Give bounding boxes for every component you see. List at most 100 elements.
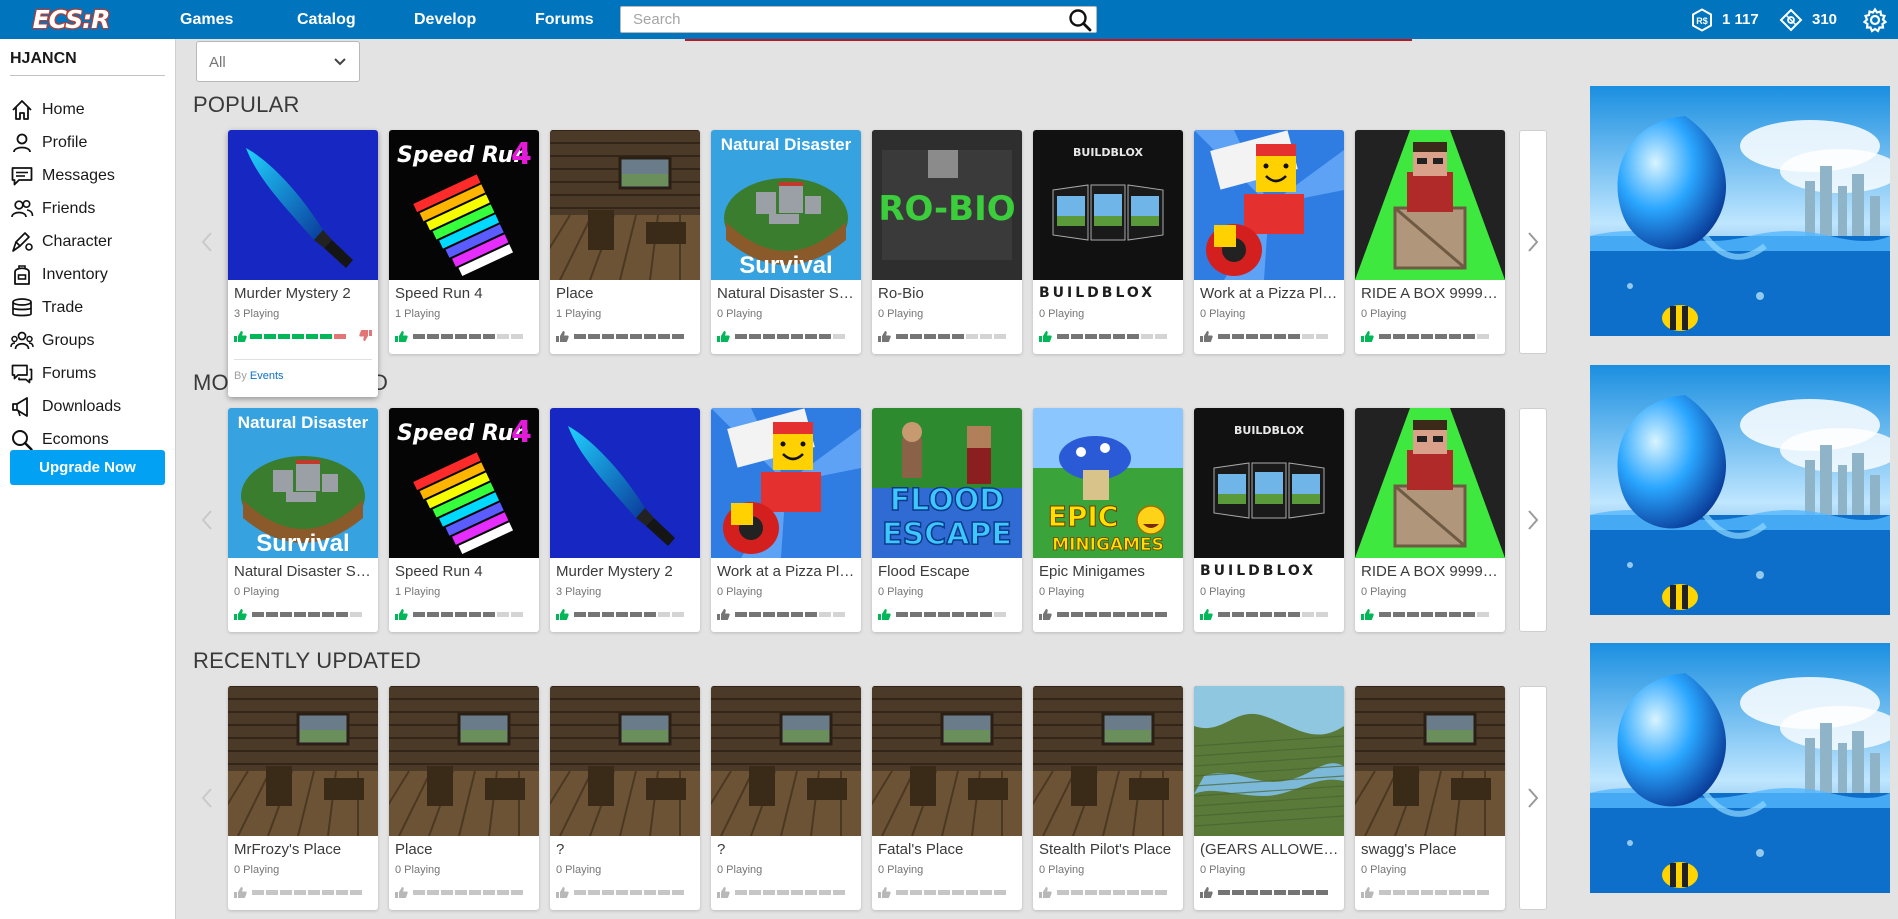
game-thumbnail[interactable]: Natural Disaster Survival bbox=[228, 408, 378, 558]
game-title[interactable]: Fatal's Place bbox=[878, 841, 1018, 858]
game-title[interactable]: Work at a Pizza Place bbox=[1200, 285, 1340, 302]
scroll-left-button[interactable] bbox=[193, 130, 221, 354]
game-title[interactable]: Murder Mystery 2 bbox=[234, 285, 374, 302]
game-thumbnail[interactable] bbox=[1194, 686, 1344, 836]
robux-balance[interactable]: R$ 1 117 bbox=[1690, 0, 1759, 39]
game-title[interactable]: swagg's Place bbox=[1361, 841, 1501, 858]
tix-balance[interactable]: 310 bbox=[1778, 0, 1837, 39]
game-title[interactable]: Speed Run 4 bbox=[395, 563, 535, 580]
game-thumbnail[interactable] bbox=[550, 130, 700, 280]
game-thumbnail[interactable] bbox=[550, 408, 700, 558]
game-title[interactable]: Work at a Pizza Place bbox=[717, 563, 857, 580]
game-card[interactable]: RO-BIO Ro-Bio 0 Playing bbox=[872, 130, 1022, 354]
game-filter-dropdown[interactable]: All bbox=[196, 41, 360, 82]
game-thumbnail[interactable]: FLOOD ESCAPE bbox=[872, 408, 1022, 558]
game-card[interactable]: ? 0 Playing bbox=[711, 686, 861, 910]
game-thumbnail[interactable] bbox=[711, 408, 861, 558]
sidebar-item-friends[interactable]: Friends bbox=[10, 195, 170, 223]
game-title[interactable]: BUILDBLOX bbox=[1039, 285, 1179, 301]
scroll-left-button[interactable] bbox=[193, 408, 221, 632]
game-thumbnail[interactable] bbox=[1194, 130, 1344, 280]
game-card[interactable]: Place 0 Playing bbox=[389, 686, 539, 910]
game-card[interactable]: Fatal's Place 0 Playing bbox=[872, 686, 1022, 910]
advertisement-banner[interactable] bbox=[1590, 643, 1890, 893]
nav-catalog[interactable]: Catalog bbox=[297, 0, 356, 39]
game-title[interactable]: RIDE A BOX 99999 MILES bbox=[1361, 285, 1501, 302]
game-title[interactable]: Natural Disaster Survival bbox=[717, 285, 857, 302]
game-title[interactable]: Speed Run 4 bbox=[395, 285, 535, 302]
advertisement-banner[interactable] bbox=[1590, 365, 1890, 615]
game-thumbnail[interactable] bbox=[228, 686, 378, 836]
game-card[interactable]: ? 0 Playing bbox=[550, 686, 700, 910]
search-input[interactable] bbox=[621, 7, 1061, 32]
game-thumbnail[interactable] bbox=[872, 686, 1022, 836]
sidebar-item-messages[interactable]: Messages bbox=[10, 162, 170, 190]
advertisement-banner[interactable] bbox=[1590, 86, 1890, 336]
sidebar-item-profile[interactable]: Profile bbox=[10, 129, 170, 157]
sidebar-item-inventory[interactable]: Inventory bbox=[10, 261, 170, 289]
game-title[interactable]: RIDE A BOX 99999 MILES bbox=[1361, 563, 1501, 580]
sidebar-item-trade[interactable]: Trade bbox=[10, 294, 170, 322]
game-title[interactable]: (GEARS ALLOWED) Terrain bbox=[1200, 841, 1340, 858]
nav-forums[interactable]: Forums bbox=[535, 0, 594, 39]
game-card[interactable]: Work at a Pizza Place 0 Playing bbox=[1194, 130, 1344, 354]
game-thumbnail[interactable]: Speed Run 4 bbox=[389, 130, 539, 280]
game-title[interactable]: Place bbox=[556, 285, 696, 302]
game-thumbnail[interactable] bbox=[1355, 686, 1505, 836]
sidebar-item-groups[interactable]: Groups bbox=[10, 327, 170, 355]
game-thumbnail[interactable] bbox=[228, 130, 378, 280]
scroll-right-button[interactable] bbox=[1519, 686, 1547, 910]
scroll-right-button[interactable] bbox=[1519, 408, 1547, 632]
game-title[interactable]: Flood Escape bbox=[878, 563, 1018, 580]
game-title[interactable]: Stealth Pilot's Place bbox=[1039, 841, 1179, 858]
username[interactable]: HJANCN bbox=[10, 50, 77, 68]
game-thumbnail[interactable] bbox=[711, 686, 861, 836]
game-thumbnail[interactable]: Natural Disaster Survival bbox=[711, 130, 861, 280]
upgrade-now-button[interactable]: Upgrade Now bbox=[10, 450, 165, 485]
game-card[interactable]: RIDE A BOX 99999 MILES 0 Playing bbox=[1355, 130, 1505, 354]
sidebar-item-character[interactable]: Character bbox=[10, 228, 170, 256]
sidebar-item-forums[interactable]: Forums bbox=[10, 360, 170, 388]
game-title[interactable]: MrFrozy's Place bbox=[234, 841, 374, 858]
sidebar-item-downloads[interactable]: Downloads bbox=[10, 393, 170, 421]
game-title[interactable]: Epic Minigames bbox=[1039, 563, 1179, 580]
game-card[interactable]: Stealth Pilot's Place 0 Playing bbox=[1033, 686, 1183, 910]
game-title[interactable]: Murder Mystery 2 bbox=[556, 563, 696, 580]
game-thumbnail[interactable]: Speed Run 4 bbox=[389, 408, 539, 558]
game-card[interactable]: Place 1 Playing bbox=[550, 130, 700, 354]
game-title[interactable]: Ro-Bio bbox=[878, 285, 1018, 302]
game-card[interactable]: Speed Run 4 Speed Run 41 Playing bbox=[389, 130, 539, 354]
game-title[interactable]: BUILDBLOX bbox=[1200, 563, 1340, 579]
game-thumbnail[interactable] bbox=[1355, 130, 1505, 280]
scroll-right-button[interactable] bbox=[1519, 130, 1547, 354]
game-thumbnail[interactable]: RO-BIO bbox=[872, 130, 1022, 280]
game-thumbnail[interactable]: EPIC MINIGAMES bbox=[1033, 408, 1183, 558]
game-thumbnail[interactable]: BUILDBLOX bbox=[1194, 408, 1344, 558]
gear-icon[interactable] bbox=[1862, 7, 1888, 33]
game-card[interactable]: RIDE A BOX 99999 MILES 0 Playing bbox=[1355, 408, 1505, 632]
game-thumbnail[interactable] bbox=[389, 686, 539, 836]
site-logo[interactable]: ECS:R bbox=[26, 3, 116, 35]
game-card[interactable]: Natural Disaster Survival Natural Disaster… bbox=[228, 408, 378, 632]
game-thumbnail[interactable] bbox=[1033, 686, 1183, 836]
creator-link[interactable]: Events bbox=[250, 370, 284, 382]
game-card[interactable]: Work at a Pizza Place 0 Playing bbox=[711, 408, 861, 632]
nav-develop[interactable]: Develop bbox=[414, 0, 476, 39]
game-title[interactable]: ? bbox=[717, 841, 857, 858]
game-card[interactable]: BUILDBLOX BUILDBLOX 0 Playing bbox=[1194, 408, 1344, 632]
scroll-left-button[interactable] bbox=[193, 686, 221, 910]
game-title[interactable]: Place bbox=[395, 841, 535, 858]
game-card[interactable]: Murder Mystery 2 3 Playing By Events bbox=[228, 130, 378, 397]
game-card[interactable]: swagg's Place 0 Playing bbox=[1355, 686, 1505, 910]
game-card[interactable]: Natural Disaster Survival Natural Disaster… bbox=[711, 130, 861, 354]
game-card[interactable]: Speed Run 4 Speed Run 41 Playing bbox=[389, 408, 539, 632]
game-card[interactable]: Murder Mystery 2 3 Playing bbox=[550, 408, 700, 632]
game-thumbnail[interactable] bbox=[1355, 408, 1505, 558]
game-card[interactable]: FLOOD ESCAPE Flood Escape 0 Playing bbox=[872, 408, 1022, 632]
game-title[interactable]: ? bbox=[556, 841, 696, 858]
game-thumbnail[interactable] bbox=[550, 686, 700, 836]
game-title[interactable]: Natural Disaster Survival bbox=[234, 563, 374, 580]
game-card[interactable]: BUILDBLOX BUILDBLOX 0 Playing bbox=[1033, 130, 1183, 354]
game-thumbnail[interactable]: BUILDBLOX bbox=[1033, 130, 1183, 280]
sidebar-item-home[interactable]: Home bbox=[10, 96, 170, 124]
